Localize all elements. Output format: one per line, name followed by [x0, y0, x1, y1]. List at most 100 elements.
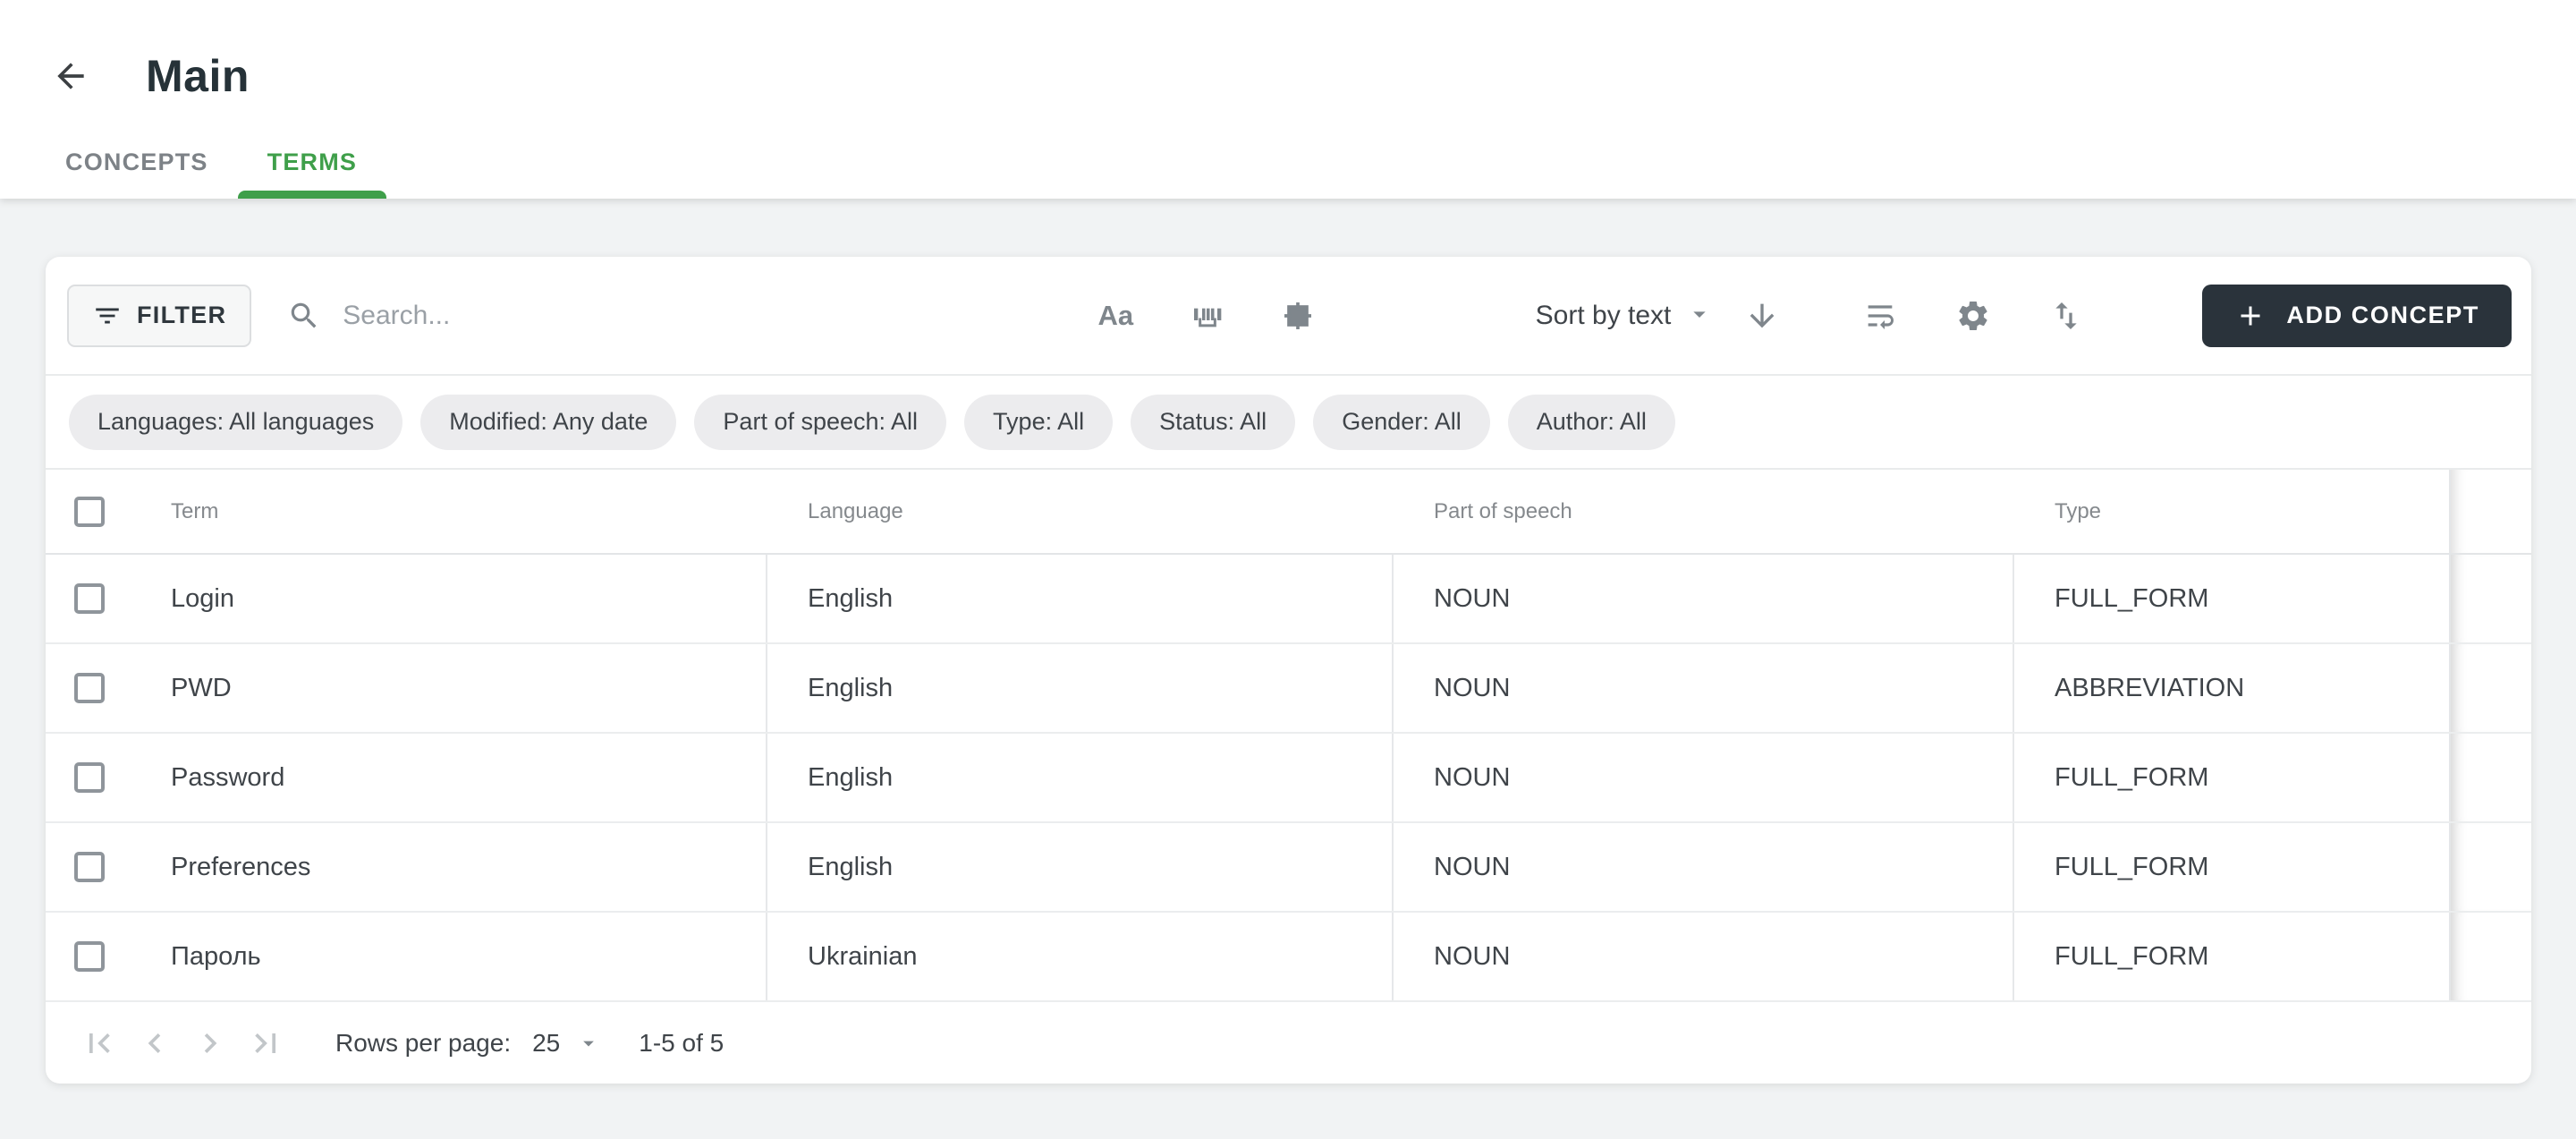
pagination-range: 1-5 of 5: [639, 1029, 724, 1058]
rows-per-page-value: 25: [532, 1029, 560, 1058]
arrow-down-icon: [1744, 298, 1780, 334]
cell-language: English: [767, 734, 1394, 821]
sort-direction-button[interactable]: [1741, 294, 1784, 337]
cell-term: PWD: [46, 644, 767, 732]
filter-list-icon: [92, 301, 123, 331]
filter-chip[interactable]: Gender: All: [1313, 395, 1490, 450]
cell-term: Password: [46, 734, 767, 821]
header-cell-term: Term: [46, 470, 767, 553]
column-label-part-of-speech: Part of speech: [1394, 470, 2014, 553]
focus-frame-icon: [1280, 298, 1316, 334]
cell-language: English: [767, 823, 1394, 911]
filter-chip[interactable]: Part of speech: All: [694, 395, 946, 450]
cell-part-of-speech: NOUN: [1394, 644, 2014, 732]
term-text: Login: [171, 584, 234, 614]
select-all-checkbox[interactable]: [74, 497, 105, 527]
cell-language: Ukrainian: [767, 913, 1394, 1000]
pinned-column-spacer: [2449, 734, 2531, 821]
toolbar-right: Sort by text: [1536, 285, 2512, 347]
previous-page-button[interactable]: [133, 1022, 176, 1065]
table-row[interactable]: PWD English NOUN ABBREVIATION: [46, 644, 2531, 734]
wrap-text-button[interactable]: [1859, 294, 1902, 337]
first-page-button[interactable]: [78, 1022, 121, 1065]
caret-down-icon: [576, 1031, 601, 1056]
column-label-language: Language: [767, 470, 1394, 553]
cell-language: English: [767, 555, 1394, 642]
search-box: [287, 299, 960, 333]
first-page-icon: [80, 1024, 119, 1063]
rows-per-page-select[interactable]: 25: [532, 1029, 601, 1058]
filter-button-label: FILTER: [137, 302, 226, 329]
cell-language: English: [767, 644, 1394, 732]
settings-button[interactable]: [1952, 294, 1995, 337]
last-page-button[interactable]: [244, 1022, 287, 1065]
filter-chip[interactable]: Languages: All languages: [69, 395, 402, 450]
table-row[interactable]: Пароль Ukrainian NOUN FULL_FORM: [46, 913, 2531, 1002]
cell-part-of-speech: NOUN: [1394, 555, 2014, 642]
term-text: Preferences: [171, 853, 310, 882]
tab-bar: CONCEPTS TERMS: [36, 125, 2576, 199]
search-input[interactable]: [343, 301, 960, 331]
swap-vertical-button[interactable]: [2045, 294, 2088, 337]
last-page-icon: [246, 1024, 285, 1063]
sort-select-label: Sort by text: [1536, 301, 1672, 331]
cell-part-of-speech: NOUN: [1394, 823, 2014, 911]
term-text: Password: [171, 763, 284, 793]
cell-type: FULL_FORM: [2014, 555, 2451, 642]
caret-down-icon: [1685, 300, 1714, 331]
table-row[interactable]: Preferences English NOUN FULL_FORM: [46, 823, 2531, 913]
pinned-column-spacer: [2449, 823, 2531, 911]
next-page-button[interactable]: [189, 1022, 232, 1065]
chevron-right-icon: [191, 1024, 230, 1063]
column-label-type: Type: [2014, 470, 2451, 553]
focus-frame-button[interactable]: [1276, 294, 1319, 337]
page-title: Main: [146, 50, 250, 102]
row-checkbox[interactable]: [74, 762, 105, 793]
cell-type: FULL_FORM: [2014, 734, 2451, 821]
filter-button[interactable]: FILTER: [67, 285, 251, 347]
filter-chip[interactable]: Status: All: [1131, 395, 1295, 450]
filter-chips-row: Languages: All languages Modified: Any d…: [46, 376, 2531, 470]
row-checkbox[interactable]: [74, 941, 105, 972]
filter-chip[interactable]: Modified: Any date: [420, 395, 676, 450]
add-concept-button[interactable]: ADD CONCEPT: [2202, 285, 2512, 347]
column-label-term: Term: [171, 499, 218, 524]
match-case-button[interactable]: Aa: [1094, 294, 1137, 337]
cell-part-of-speech: NOUN: [1394, 913, 2014, 1000]
sort-select[interactable]: Sort by text: [1536, 300, 1715, 331]
plus-icon: [2234, 300, 2267, 332]
table-row[interactable]: Login English NOUN FULL_FORM: [46, 555, 2531, 644]
add-concept-label: ADD CONCEPT: [2286, 302, 2479, 329]
cell-term: Пароль: [46, 913, 767, 1000]
cell-term: Preferences: [46, 823, 767, 911]
row-checkbox[interactable]: [74, 673, 105, 703]
table-header-row: Term Language Part of speech Type: [46, 470, 2531, 555]
scan-bars-button[interactable]: [1185, 294, 1228, 337]
term-text: Пароль: [171, 942, 261, 972]
cell-part-of-speech: NOUN: [1394, 734, 2014, 821]
row-checkbox[interactable]: [74, 852, 105, 882]
cell-type: FULL_FORM: [2014, 913, 2451, 1000]
cell-type: FULL_FORM: [2014, 823, 2451, 911]
pagination-bar: Rows per page: 25 1-5 of 5: [46, 1002, 2531, 1084]
pinned-column-spacer: [2449, 555, 2531, 642]
table-body: Login English NOUN FULL_FORM PWD English: [46, 555, 2531, 1002]
row-checkbox[interactable]: [74, 583, 105, 614]
page-body: FILTER Aa: [0, 199, 2576, 1084]
table-row[interactable]: Password English NOUN FULL_FORM: [46, 734, 2531, 823]
tab-terms[interactable]: TERMS: [238, 125, 387, 199]
back-button[interactable]: [51, 56, 90, 96]
filter-chip[interactable]: Author: All: [1508, 395, 1675, 450]
search-option-icons: Aa: [1094, 294, 1319, 337]
cell-term: Login: [46, 555, 767, 642]
toolbar: FILTER Aa: [46, 257, 2531, 376]
filter-chip[interactable]: Type: All: [964, 395, 1113, 450]
arrow-left-icon: [51, 56, 90, 96]
search-icon: [287, 299, 321, 333]
cell-type: ABBREVIATION: [2014, 644, 2451, 732]
term-text: PWD: [171, 674, 232, 703]
wrap-text-icon: [1862, 298, 1898, 334]
tab-concepts[interactable]: CONCEPTS: [36, 125, 238, 199]
gear-icon: [1955, 298, 1991, 334]
app-header: Main CONCEPTS TERMS: [0, 0, 2576, 199]
